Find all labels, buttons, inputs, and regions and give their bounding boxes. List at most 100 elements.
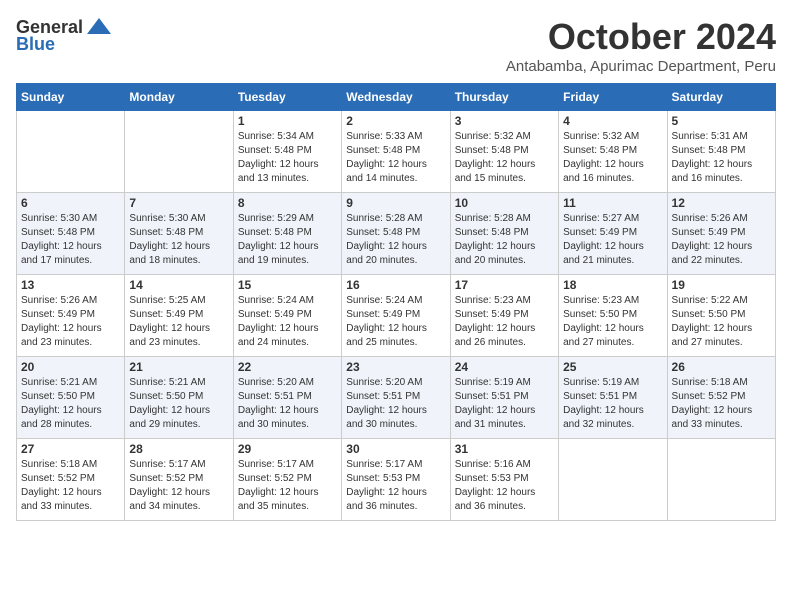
day-info: Sunrise: 5:26 AM Sunset: 5:49 PM Dayligh… bbox=[672, 212, 771, 268]
day-number: 27 bbox=[21, 442, 120, 456]
day-info: Sunrise: 5:28 AM Sunset: 5:48 PM Dayligh… bbox=[455, 212, 554, 268]
day-cell: 16 Sunrise: 5:24 AM Sunset: 5:49 PM Dayli… bbox=[342, 275, 450, 357]
day-number: 21 bbox=[129, 360, 228, 374]
week-row-5: 27Sunrise: 5:18 AM Sunset: 5:52 PM Dayli… bbox=[17, 439, 776, 521]
day-info: Sunrise: 5:18 AM Sunset: 5:52 PM Dayligh… bbox=[672, 376, 771, 432]
day-info: Sunrise: 5:30 AM Sunset: 5:48 PM Dayligh… bbox=[21, 212, 120, 268]
week-row-1: 1 Sunrise: 5:34 AM Sunset: 5:48 PM Daylig… bbox=[17, 111, 776, 193]
day-info: Sunrise: 5:23 AM Sunset: 5:49 PM Dayligh… bbox=[455, 294, 554, 350]
day-info: Sunrise: 5:29 AM Sunset: 5:48 PM Dayligh… bbox=[238, 212, 337, 268]
day-cell: 6 Sunrise: 5:30 AM Sunset: 5:48 PM Daylig… bbox=[17, 193, 125, 275]
day-number: 30 bbox=[346, 442, 445, 456]
day-number: 19 bbox=[672, 278, 771, 292]
day-number: 9 bbox=[346, 196, 445, 210]
day-cell: 10 Sunrise: 5:28 AM Sunset: 5:48 PM Dayli… bbox=[450, 193, 558, 275]
day-number: 23 bbox=[346, 360, 445, 374]
day-number: 12 bbox=[672, 196, 771, 210]
day-cell: 22 Sunrise: 5:20 AM Sunset: 5:51 PM Dayli… bbox=[233, 357, 341, 439]
day-info: Sunrise: 5:30 AM Sunset: 5:48 PM Dayligh… bbox=[129, 212, 228, 268]
day-info: Sunrise: 5:17 AM Sunset: 5:53 PM Dayligh… bbox=[346, 458, 445, 514]
logo-text-blue: Blue bbox=[16, 34, 55, 55]
day-cell: 30 Sunrise: 5:17 AM Sunset: 5:53 PM Dayli… bbox=[342, 439, 450, 521]
day-number: 3 bbox=[455, 114, 554, 128]
day-info: Sunrise: 5:31 AM Sunset: 5:48 PM Dayligh… bbox=[672, 130, 771, 186]
day-cell: 18 Sunrise: 5:23 AM Sunset: 5:50 PM Dayli… bbox=[559, 275, 667, 357]
day-info: Sunrise: 5:23 AM Sunset: 5:50 PM Dayligh… bbox=[563, 294, 662, 350]
day-cell: 24Sunrise: 5:19 AM Sunset: 5:51 PM Dayli… bbox=[450, 357, 558, 439]
header: General Blue October 2024 Antabamba, Apu… bbox=[16, 16, 776, 75]
title-section: October 2024 Antabamba, Apurimac Departm… bbox=[506, 16, 776, 75]
day-number: 7 bbox=[129, 196, 228, 210]
day-number: 11 bbox=[563, 196, 662, 210]
weekday-header-row: SundayMondayTuesdayWednesdayThursdayFrid… bbox=[17, 84, 776, 111]
day-cell: 11 Sunrise: 5:27 AM Sunset: 5:49 PM Dayli… bbox=[559, 193, 667, 275]
day-info: Sunrise: 5:17 AM Sunset: 5:52 PM Dayligh… bbox=[129, 458, 228, 514]
day-number: 20 bbox=[21, 360, 120, 374]
weekday-header-tuesday: Tuesday bbox=[233, 84, 341, 111]
day-info: Sunrise: 5:32 AM Sunset: 5:48 PM Dayligh… bbox=[455, 130, 554, 186]
day-cell: 14 Sunrise: 5:25 AM Sunset: 5:49 PM Dayli… bbox=[125, 275, 233, 357]
day-info: Sunrise: 5:20 AM Sunset: 5:51 PM Dayligh… bbox=[238, 376, 337, 432]
weekday-header-sunday: Sunday bbox=[17, 84, 125, 111]
month-title: October 2024 bbox=[506, 16, 776, 58]
day-cell: 1 Sunrise: 5:34 AM Sunset: 5:48 PM Daylig… bbox=[233, 111, 341, 193]
day-info: Sunrise: 5:33 AM Sunset: 5:48 PM Dayligh… bbox=[346, 130, 445, 186]
day-number: 17 bbox=[455, 278, 554, 292]
day-cell: 23 Sunrise: 5:20 AM Sunset: 5:51 PM Dayli… bbox=[342, 357, 450, 439]
subtitle: Antabamba, Apurimac Department, Peru bbox=[506, 58, 776, 75]
day-cell bbox=[125, 111, 233, 193]
day-number: 28 bbox=[129, 442, 228, 456]
day-cell: 20 Sunrise: 5:21 AM Sunset: 5:50 PM Dayli… bbox=[17, 357, 125, 439]
day-number: 13 bbox=[21, 278, 120, 292]
day-info: Sunrise: 5:21 AM Sunset: 5:50 PM Dayligh… bbox=[129, 376, 228, 432]
weekday-header-monday: Monday bbox=[125, 84, 233, 111]
day-info: Sunrise: 5:34 AM Sunset: 5:48 PM Dayligh… bbox=[238, 130, 337, 186]
weekday-header-wednesday: Wednesday bbox=[342, 84, 450, 111]
day-info: Sunrise: 5:25 AM Sunset: 5:49 PM Dayligh… bbox=[129, 294, 228, 350]
day-cell: 4 Sunrise: 5:32 AM Sunset: 5:48 PM Daylig… bbox=[559, 111, 667, 193]
day-info: Sunrise: 5:19 AM Sunset: 5:51 PM Dayligh… bbox=[455, 376, 554, 432]
day-number: 1 bbox=[238, 114, 337, 128]
week-row-2: 6 Sunrise: 5:30 AM Sunset: 5:48 PM Daylig… bbox=[17, 193, 776, 275]
day-info: Sunrise: 5:24 AM Sunset: 5:49 PM Dayligh… bbox=[346, 294, 445, 350]
week-row-4: 20 Sunrise: 5:21 AM Sunset: 5:50 PM Dayli… bbox=[17, 357, 776, 439]
day-number: 14 bbox=[129, 278, 228, 292]
weekday-header-saturday: Saturday bbox=[667, 84, 775, 111]
day-cell: 8 Sunrise: 5:29 AM Sunset: 5:48 PM Daylig… bbox=[233, 193, 341, 275]
day-cell: 29 Sunrise: 5:17 AM Sunset: 5:52 PM Dayli… bbox=[233, 439, 341, 521]
day-cell: 21 Sunrise: 5:21 AM Sunset: 5:50 PM Dayli… bbox=[125, 357, 233, 439]
day-number: 16 bbox=[346, 278, 445, 292]
week-row-3: 13Sunrise: 5:26 AM Sunset: 5:49 PM Dayli… bbox=[17, 275, 776, 357]
day-cell: 3 Sunrise: 5:32 AM Sunset: 5:48 PM Daylig… bbox=[450, 111, 558, 193]
day-cell: 19Sunrise: 5:22 AM Sunset: 5:50 PM Dayli… bbox=[667, 275, 775, 357]
day-info: Sunrise: 5:17 AM Sunset: 5:52 PM Dayligh… bbox=[238, 458, 337, 514]
day-info: Sunrise: 5:27 AM Sunset: 5:49 PM Dayligh… bbox=[563, 212, 662, 268]
weekday-header-thursday: Thursday bbox=[450, 84, 558, 111]
day-cell: 26Sunrise: 5:18 AM Sunset: 5:52 PM Dayli… bbox=[667, 357, 775, 439]
day-cell: 9Sunrise: 5:28 AM Sunset: 5:48 PM Daylig… bbox=[342, 193, 450, 275]
day-number: 22 bbox=[238, 360, 337, 374]
day-info: Sunrise: 5:20 AM Sunset: 5:51 PM Dayligh… bbox=[346, 376, 445, 432]
day-cell bbox=[667, 439, 775, 521]
day-number: 25 bbox=[563, 360, 662, 374]
day-number: 18 bbox=[563, 278, 662, 292]
day-number: 8 bbox=[238, 196, 337, 210]
day-info: Sunrise: 5:21 AM Sunset: 5:50 PM Dayligh… bbox=[21, 376, 120, 432]
weekday-header-friday: Friday bbox=[559, 84, 667, 111]
day-cell bbox=[559, 439, 667, 521]
day-number: 6 bbox=[21, 196, 120, 210]
day-cell: 5 Sunrise: 5:31 AM Sunset: 5:48 PM Daylig… bbox=[667, 111, 775, 193]
day-number: 10 bbox=[455, 196, 554, 210]
day-cell: 13Sunrise: 5:26 AM Sunset: 5:49 PM Dayli… bbox=[17, 275, 125, 357]
day-cell: 27Sunrise: 5:18 AM Sunset: 5:52 PM Dayli… bbox=[17, 439, 125, 521]
day-info: Sunrise: 5:32 AM Sunset: 5:48 PM Dayligh… bbox=[563, 130, 662, 186]
day-number: 4 bbox=[563, 114, 662, 128]
day-number: 5 bbox=[672, 114, 771, 128]
day-cell: 7 Sunrise: 5:30 AM Sunset: 5:48 PM Daylig… bbox=[125, 193, 233, 275]
day-cell: 15Sunrise: 5:24 AM Sunset: 5:49 PM Dayli… bbox=[233, 275, 341, 357]
calendar: SundayMondayTuesdayWednesdayThursdayFrid… bbox=[16, 83, 776, 521]
day-cell: 25Sunrise: 5:19 AM Sunset: 5:51 PM Dayli… bbox=[559, 357, 667, 439]
day-number: 29 bbox=[238, 442, 337, 456]
day-cell: 2Sunrise: 5:33 AM Sunset: 5:48 PM Daylig… bbox=[342, 111, 450, 193]
day-number: 15 bbox=[238, 278, 337, 292]
